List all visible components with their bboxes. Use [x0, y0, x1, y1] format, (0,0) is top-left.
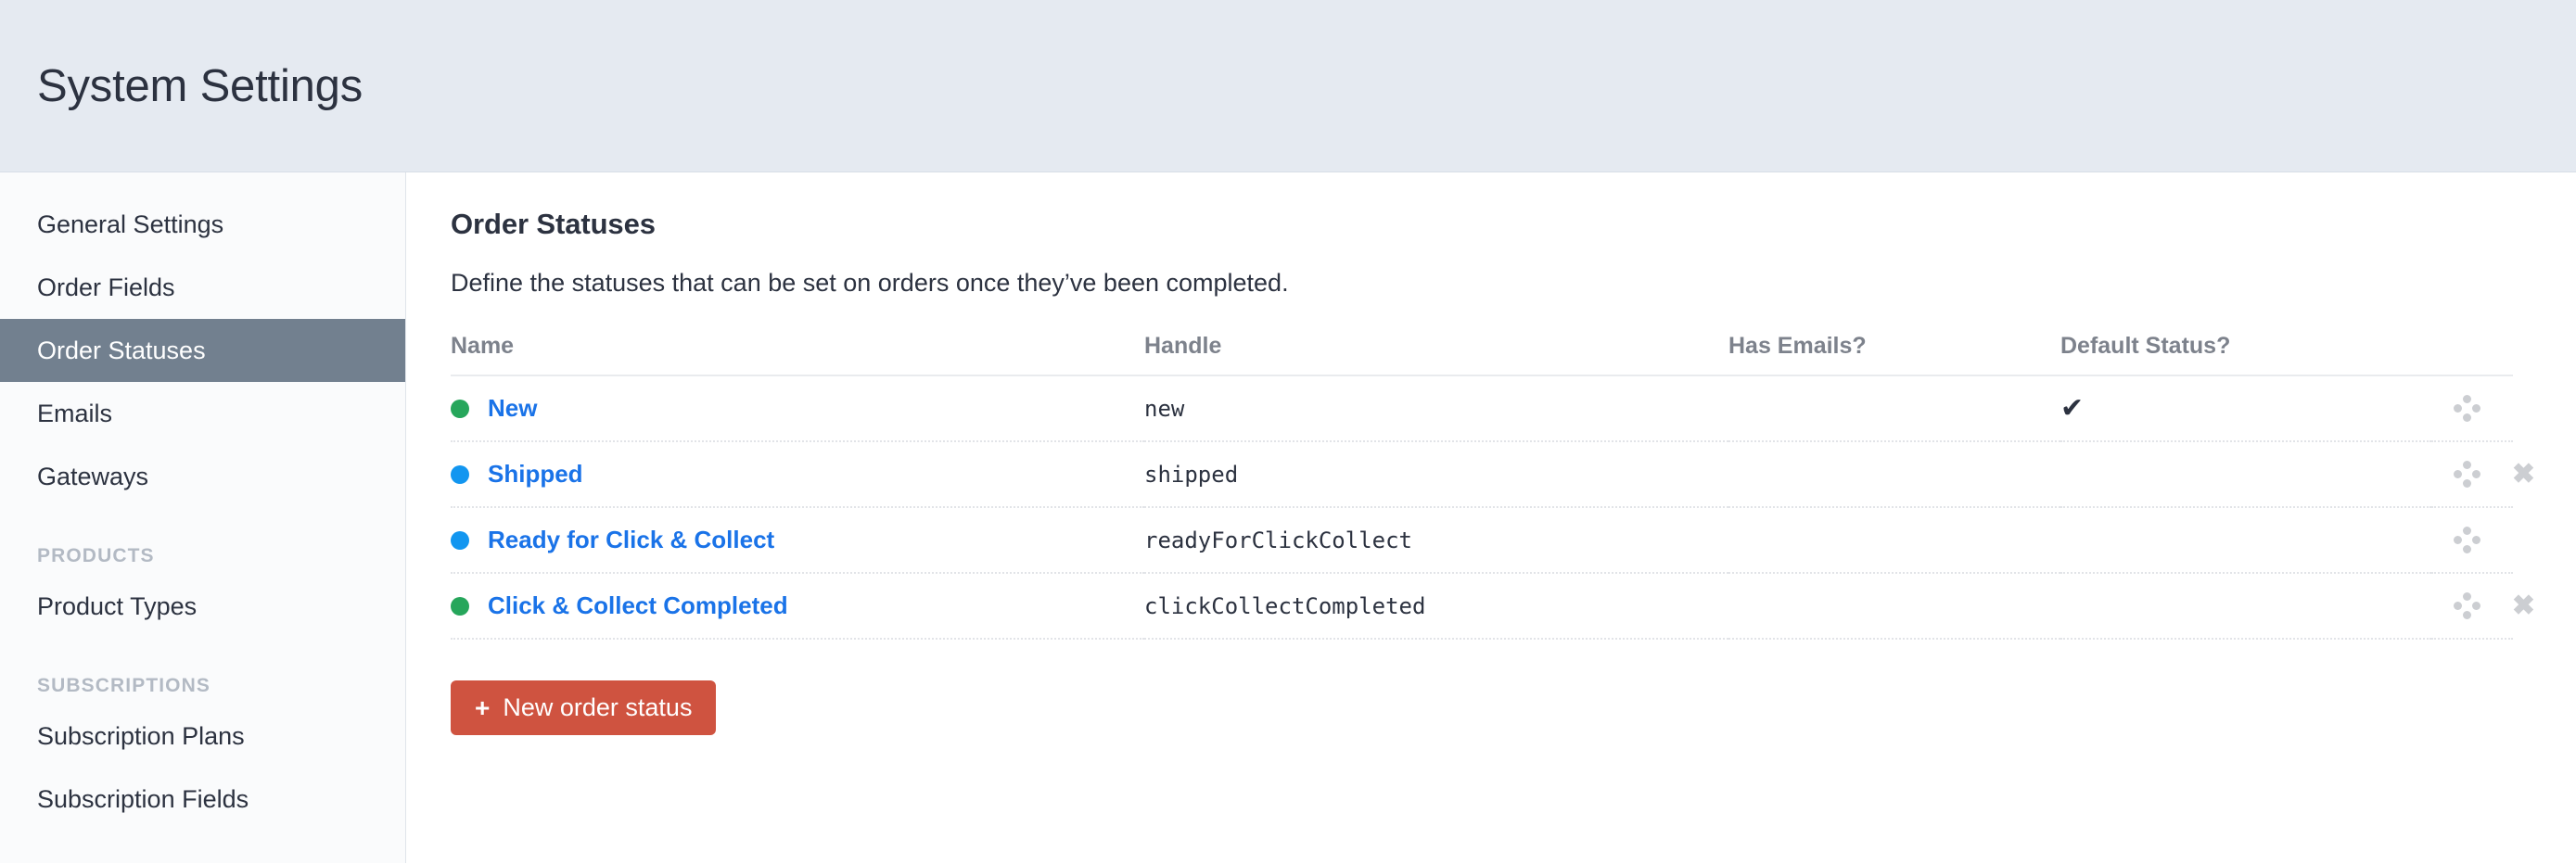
column-header-actions	[2431, 333, 2513, 376]
cell-default-status	[2060, 441, 2431, 508]
page-title: System Settings	[37, 60, 363, 111]
main-content: Order Statuses Define the statuses that …	[406, 172, 2576, 863]
cell-has-emails	[1728, 441, 2060, 508]
sidebar-item-order-statuses[interactable]: Order Statuses	[0, 319, 405, 382]
drag-handle-icon[interactable]	[2452, 459, 2483, 490]
drag-handle-icon[interactable]	[2452, 525, 2483, 556]
status-name-link[interactable]: Click & Collect Completed	[488, 591, 788, 620]
sidebar-item-subscription-plans[interactable]: Subscription Plans	[0, 705, 405, 768]
close-icon[interactable]: ✖	[2507, 459, 2539, 490]
plus-icon: +	[475, 692, 491, 722]
section-title: Order Statuses	[451, 208, 656, 240]
cell-has-emails	[1728, 507, 2060, 574]
sidebar-section-subscriptions: SUBSCRIPTIONS	[37, 675, 210, 696]
table-row: Shipped shipped ✖	[451, 441, 2535, 508]
page-header: System Settings	[0, 0, 2576, 172]
table-body: New new ✔ Shipped shipped ✖ Ready for Cl…	[451, 375, 2535, 640]
cell-actions	[2431, 507, 2513, 574]
cell-name: Click & Collect Completed	[451, 573, 1144, 640]
table-row: Click & Collect Completed clickCollectCo…	[451, 573, 2535, 640]
status-name-link[interactable]: Shipped	[488, 460, 583, 489]
cell-has-emails	[1728, 375, 2060, 442]
sidebar-item-subscription-fields[interactable]: Subscription Fields	[0, 768, 405, 831]
column-header-handle: Handle	[1144, 333, 1728, 376]
delete-icon-placeholder	[2507, 393, 2539, 425]
sidebar-item-emails[interactable]: Emails	[0, 382, 405, 445]
new-order-status-button[interactable]: + New order status	[451, 680, 717, 735]
sidebar-item-general-settings[interactable]: General Settings	[0, 193, 405, 256]
column-header-default-status: Default Status?	[2060, 333, 2431, 376]
table-row: Ready for Click & Collect readyForClickC…	[451, 507, 2513, 574]
sidebar-item-gateways[interactable]: Gateways	[0, 445, 405, 508]
cell-handle: readyForClickCollect	[1144, 507, 1728, 574]
table-row: New new ✔	[451, 375, 2513, 442]
cell-handle: new	[1144, 375, 1728, 442]
cell-handle: clickCollectCompleted	[1144, 573, 1728, 640]
status-name-link[interactable]: Ready for Click & Collect	[488, 526, 774, 554]
cell-default-status	[2060, 507, 2431, 574]
column-header-name: Name	[451, 333, 1144, 376]
drag-handle-icon[interactable]	[2452, 393, 2483, 425]
cell-handle: shipped	[1144, 441, 1728, 508]
cell-actions: ✖	[2431, 573, 2535, 640]
status-color-dot	[451, 596, 469, 616]
cell-name: New	[451, 375, 1144, 442]
status-name-link[interactable]: New	[488, 394, 537, 423]
new-order-status-label: New order status	[503, 693, 693, 721]
sidebar-item-product-types[interactable]: Product Types	[0, 575, 405, 638]
table-header: Name Handle Has Emails? Default Status?	[451, 333, 2513, 376]
status-color-dot	[451, 530, 469, 550]
column-header-has-emails: Has Emails?	[1728, 333, 2060, 376]
cell-actions: ✖	[2431, 441, 2535, 508]
cell-name: Ready for Click & Collect	[451, 507, 1144, 574]
order-statuses-table: Name Handle Has Emails? Default Status? …	[451, 333, 2535, 640]
cell-default-status	[2060, 573, 2431, 640]
page-body: General Settings Order Fields Order Stat…	[0, 172, 2576, 863]
section-description: Define the statuses that can be set on o…	[451, 269, 1289, 297]
sidebar: General Settings Order Fields Order Stat…	[0, 172, 406, 863]
cell-default-status: ✔	[2060, 375, 2431, 442]
cell-name: Shipped	[451, 441, 1144, 508]
close-icon[interactable]: ✖	[2507, 591, 2539, 622]
cell-actions	[2431, 375, 2513, 442]
sidebar-section-products: PRODUCTS	[37, 545, 155, 566]
status-color-dot	[451, 399, 469, 418]
status-color-dot	[451, 464, 469, 484]
drag-handle-icon[interactable]	[2452, 591, 2483, 622]
cell-has-emails	[1728, 573, 2060, 640]
sidebar-item-order-fields[interactable]: Order Fields	[0, 256, 405, 319]
delete-icon-placeholder	[2507, 525, 2539, 556]
